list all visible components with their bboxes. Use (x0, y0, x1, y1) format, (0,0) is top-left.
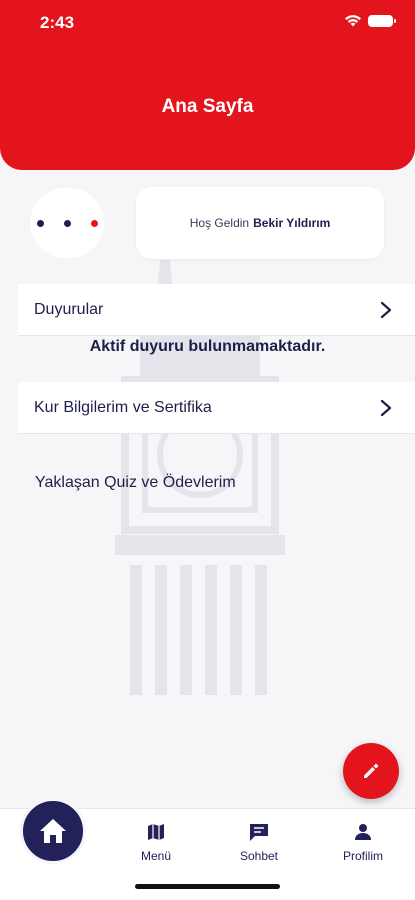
quizzes-title: Yaklaşan Quiz ve Ödevlerim (35, 474, 236, 491)
courses-row[interactable]: Kur Bilgilerim ve Sertifika (18, 382, 415, 434)
map-icon (148, 824, 164, 840)
chevron-right-icon (380, 301, 392, 319)
welcome-greeting: Hoş Geldin (189, 216, 250, 230)
chevron-right-icon (380, 399, 392, 417)
tab-home[interactable] (20, 798, 86, 864)
tab-profile[interactable]: Profilim (323, 822, 403, 863)
page-title: Ana Sayfa (161, 96, 254, 117)
pencil-icon (364, 763, 379, 778)
dots-avatar[interactable] (30, 188, 104, 258)
status-time: 2:43 (40, 13, 75, 32)
home-indicator (135, 884, 280, 889)
person-icon (355, 824, 371, 840)
dot-2 (63, 219, 71, 227)
app-header: 2:43 Ana Sayfa (0, 0, 415, 170)
tab-chat-label: Sohbet (239, 849, 279, 863)
tab-menu[interactable]: Menü (116, 822, 196, 863)
dot-1 (36, 219, 44, 227)
courses-label: Kur Bilgilerim ve Sertifika (34, 398, 212, 416)
welcome-card: Hoş Geldin Bekir Yıldırım (136, 187, 384, 259)
announcements-label: Duyurular (34, 300, 104, 318)
welcome-user-name: Bekir Yıldırım (253, 216, 331, 230)
chat-icon (250, 824, 268, 841)
tab-chat[interactable]: Sohbet (219, 822, 299, 863)
status-icons (344, 14, 396, 27)
battery-icon (368, 14, 396, 27)
announcements-empty-message: Aktif duyuru bulunmamaktadır. (89, 338, 326, 355)
home-icon (40, 819, 66, 843)
announcements-row[interactable]: Duyurular (18, 284, 415, 336)
dot-3 (90, 219, 98, 227)
edit-fab-button[interactable] (343, 743, 399, 799)
tab-profile-label: Profilim (342, 849, 383, 863)
wifi-icon (345, 15, 361, 27)
tab-menu-label: Menü (140, 849, 172, 863)
